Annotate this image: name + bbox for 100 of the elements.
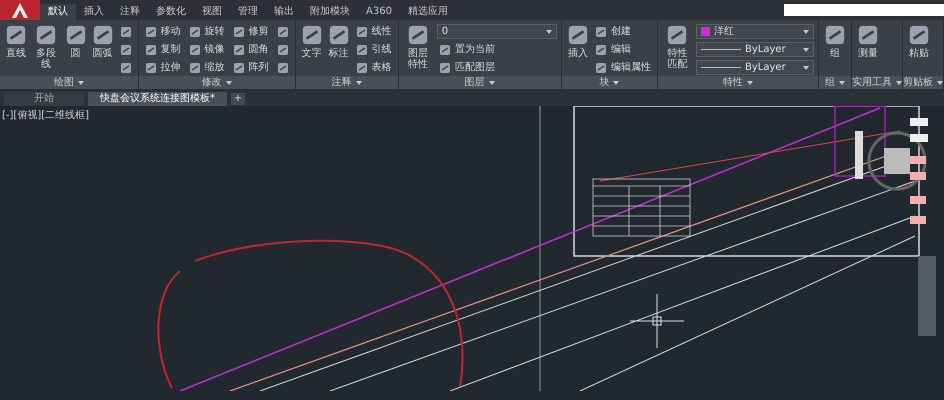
- tool-icon: [144, 44, 157, 56]
- tool-button[interactable]: 引线: [354, 42, 394, 57]
- panel-title: 注释: [332, 76, 352, 90]
- ribbon-tab[interactable]: 参数化: [148, 4, 194, 20]
- line-sample: [701, 49, 741, 50]
- ribbon-tab[interactable]: 插入: [76, 4, 112, 20]
- tool-icon: [144, 62, 157, 74]
- tool-button[interactable]: 圆弧: [90, 24, 115, 76]
- panel-title: 块: [599, 76, 610, 90]
- tool-button[interactable]: 插入: [566, 24, 590, 76]
- tool-icon: [276, 26, 289, 38]
- tool-icon: [188, 44, 201, 56]
- tool-button[interactable]: 特性匹配: [662, 24, 693, 76]
- tool-button[interactable]: 多段线: [31, 24, 61, 76]
- tool-icon: [356, 44, 368, 56]
- tool-icon: [857, 24, 879, 46]
- document-tab[interactable]: 开始: [4, 92, 84, 106]
- ribbon-tab[interactable]: 管理: [230, 4, 266, 20]
- viewport-label[interactable]: [-][俯视][二维线框]: [2, 108, 90, 123]
- ribbon-tab[interactable]: 默认: [40, 4, 76, 20]
- panel-title-bar[interactable]: 剪贴板: [903, 76, 943, 89]
- ribbon-tab[interactable]: 输出: [266, 4, 302, 20]
- panel-title-bar[interactable]: 特性: [658, 76, 818, 89]
- panel-title: 组: [825, 76, 835, 90]
- new-tab-button[interactable]: +: [231, 93, 245, 105]
- tool-icon: [407, 24, 430, 46]
- dropdown-field[interactable]: ByLayer: [696, 60, 814, 75]
- tool-button[interactable]: 缩放: [186, 60, 227, 75]
- caret-icon: [937, 80, 943, 84]
- ribbon-tab[interactable]: A360: [358, 4, 400, 20]
- app-logo-icon[interactable]: [0, 0, 40, 20]
- caret-icon: [803, 30, 809, 34]
- tool-button[interactable]: 匹配图层: [436, 60, 557, 75]
- tool-button[interactable]: 编辑: [592, 42, 653, 57]
- tool-button[interactable]: 图层特性: [402, 24, 434, 76]
- tool-icon: [120, 62, 132, 74]
- tool-icon: [188, 62, 201, 74]
- panel-title-bar[interactable]: 实用工具: [852, 76, 902, 89]
- ribbon-tab[interactable]: 视图: [194, 4, 230, 20]
- tool-icon: [356, 26, 368, 38]
- caret-icon: [488, 80, 495, 84]
- tool-button[interactable]: 标注: [326, 24, 351, 76]
- tool-icon: [120, 26, 132, 38]
- panel-title-bar[interactable]: 组: [819, 76, 851, 89]
- tool-button[interactable]: 拉伸: [142, 60, 183, 75]
- line-sample: [701, 67, 741, 68]
- panel-title-bar[interactable]: 修改: [138, 76, 295, 89]
- tool-icon: [594, 62, 607, 74]
- caret-icon: [896, 80, 902, 84]
- caret-icon: [613, 80, 620, 84]
- dropdown-field[interactable]: 洋红: [696, 24, 814, 39]
- tool-button[interactable]: 创建: [592, 24, 653, 39]
- ribbon-tab[interactable]: 精选应用: [400, 4, 456, 20]
- tool-button[interactable]: 文字: [300, 24, 324, 76]
- dropdown-field[interactable]: 0: [436, 24, 557, 39]
- document-tab[interactable]: 快盘会议系统连接图模板*: [88, 92, 227, 106]
- tool-button[interactable]: 圆: [64, 24, 88, 76]
- tool-button[interactable]: 编辑属性: [592, 60, 653, 75]
- tool-button[interactable]: 直线: [4, 24, 28, 76]
- tool-icon: [824, 24, 846, 46]
- caret-icon: [226, 80, 232, 84]
- tool-button[interactable]: 粘贴: [907, 24, 931, 76]
- panel-title-bar[interactable]: 图层: [398, 76, 561, 89]
- tool-icon: [328, 24, 350, 46]
- tool-button[interactable]: 移动: [142, 24, 183, 39]
- tool-button[interactable]: 阵列: [230, 60, 271, 75]
- caret-icon: [746, 80, 753, 84]
- tool-icon: [276, 44, 289, 56]
- tool-button[interactable]: 圆角: [230, 42, 271, 57]
- crosshair-icon: [630, 294, 684, 348]
- tool-icon: [566, 24, 589, 46]
- panel-title-bar[interactable]: 注释: [296, 76, 398, 89]
- tool-icon: [144, 26, 157, 38]
- caret-icon: [356, 80, 362, 84]
- tool-icon: [120, 44, 132, 56]
- panel-title: 修改: [202, 76, 222, 90]
- tool-icon: [594, 26, 607, 38]
- tool-icon: [666, 24, 688, 46]
- panel-title-bar[interactable]: 绘图: [0, 76, 138, 89]
- panel-title-bar[interactable]: 块: [562, 76, 657, 89]
- tool-button[interactable]: 旋转: [186, 24, 227, 39]
- tool-button[interactable]: 修剪: [230, 24, 271, 39]
- tool-button[interactable]: 表格: [354, 60, 394, 75]
- panel-title: 绘图: [54, 76, 74, 90]
- tool-button[interactable]: 镜像: [186, 42, 227, 57]
- ribbon-tab[interactable]: 附加模块: [302, 4, 358, 20]
- tool-icon: [594, 44, 607, 56]
- tool-icon: [34, 24, 57, 46]
- tool-icon: [438, 62, 451, 74]
- tool-icon: [232, 44, 245, 56]
- scrollbar[interactable]: [918, 256, 936, 336]
- tool-button[interactable]: 线性: [354, 24, 394, 39]
- tool-button[interactable]: 复制: [142, 42, 183, 57]
- tool-icon: [438, 44, 451, 56]
- dropdown-field[interactable]: ByLayer: [696, 42, 814, 57]
- tool-button[interactable]: 组: [823, 24, 847, 76]
- ribbon-tab[interactable]: 注释: [112, 4, 148, 20]
- caret-icon: [546, 30, 552, 34]
- tool-button[interactable]: 测量: [856, 24, 880, 76]
- tool-button[interactable]: 置为当前: [436, 42, 557, 57]
